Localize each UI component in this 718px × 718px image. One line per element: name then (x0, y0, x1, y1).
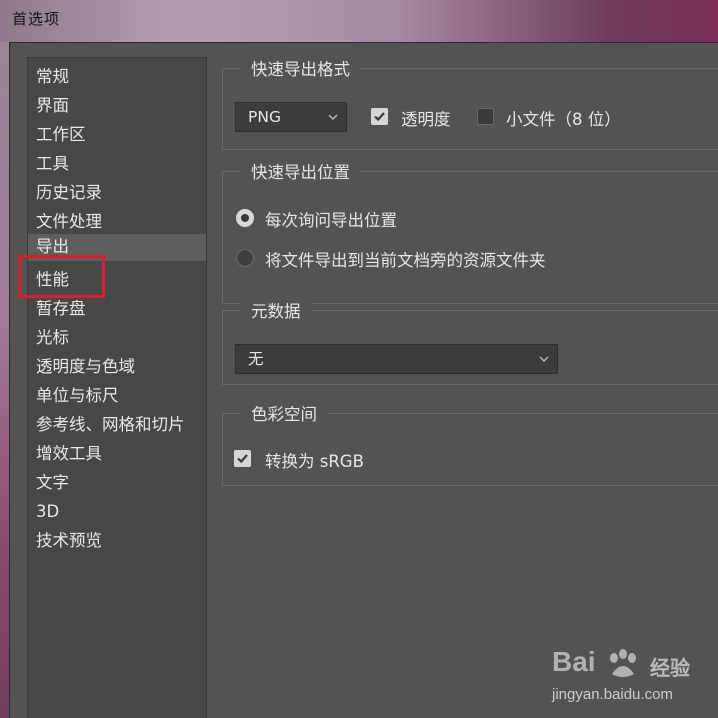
checkmark-icon (374, 112, 385, 122)
color-space-title: 色彩空间 (241, 401, 327, 425)
sidebar-item-cursors[interactable]: 光标 (28, 325, 206, 351)
metadata-value: 无 (248, 350, 264, 368)
sidebar-item-interface[interactable]: 界面 (28, 93, 206, 119)
assets-folder-radio[interactable] (236, 249, 254, 267)
chevron-down-icon (539, 356, 549, 363)
sidebar-item-technology-previews[interactable]: 技术预览 (28, 528, 206, 554)
convert-srgb-checkbox[interactable] (234, 450, 251, 467)
transparency-checkbox[interactable] (371, 108, 388, 125)
sidebar-item-3d[interactable]: 3D (28, 499, 206, 525)
checkmark-icon (237, 454, 248, 464)
ask-location-label: 每次询问导出位置 (265, 211, 397, 230)
sidebar-item-guides-grid-slices[interactable]: 参考线、网格和切片 (28, 412, 206, 438)
quick-export-location-group: 快速导出位置 每次询问导出位置 将文件导出到当前文档旁的资源文件夹 (222, 159, 718, 304)
sidebar-item-file-handling[interactable]: 文件处理 (28, 209, 206, 235)
sidebar-item-history[interactable]: 历史记录 (28, 180, 206, 206)
sidebar-item-scratch-disks[interactable]: 暂存盘 (28, 296, 206, 322)
preferences-client-area: 常规 界面 工作区 工具 历史记录 文件处理 导出 性能 暂存盘 光标 透明度与… (9, 42, 718, 718)
window-title: 首选项 (12, 10, 61, 28)
sidebar-item-performance[interactable]: 性能 (28, 267, 206, 293)
window-frame-left (0, 42, 9, 718)
quick-export-location-title: 快速导出位置 (241, 159, 360, 183)
quick-export-format-title: 快速导出格式 (241, 56, 360, 80)
window-titlebar[interactable]: 首选项 (0, 0, 718, 42)
color-space-group: 色彩空间 转换为 sRGB (222, 401, 718, 486)
metadata-select[interactable]: 无 (235, 344, 558, 374)
sidebar-item-units-rulers[interactable]: 单位与标尺 (28, 383, 206, 409)
assets-folder-label: 将文件导出到当前文档旁的资源文件夹 (265, 251, 546, 270)
metadata-title: 元数据 (241, 298, 311, 322)
ask-location-radio[interactable] (236, 209, 254, 227)
small-file-label: 小文件（8 位） (506, 110, 621, 129)
metadata-group: 元数据 无 (222, 298, 718, 385)
sidebar-item-plugins[interactable]: 增效工具 (28, 441, 206, 467)
export-format-select[interactable]: PNG (235, 102, 347, 132)
sidebar-item-general[interactable]: 常规 (28, 64, 206, 90)
chevron-down-icon (328, 114, 338, 121)
sidebar-item-workspace[interactable]: 工作区 (28, 122, 206, 148)
transparency-label: 透明度 (401, 110, 451, 129)
export-format-value: PNG (248, 108, 281, 126)
quick-export-format-group: 快速导出格式 PNG 透明度 小文件（8 位） (222, 56, 718, 150)
small-file-checkbox[interactable] (477, 108, 494, 125)
sidebar-item-export[interactable]: 导出 (28, 234, 206, 261)
convert-srgb-label: 转换为 sRGB (265, 452, 364, 471)
sidebar-item-tools[interactable]: 工具 (28, 151, 206, 177)
sidebar-item-type[interactable]: 文字 (28, 470, 206, 496)
sidebar-item-transparency-gamut[interactable]: 透明度与色域 (28, 354, 206, 380)
preferences-sidebar: 常规 界面 工作区 工具 历史记录 文件处理 导出 性能 暂存盘 光标 透明度与… (27, 57, 207, 718)
